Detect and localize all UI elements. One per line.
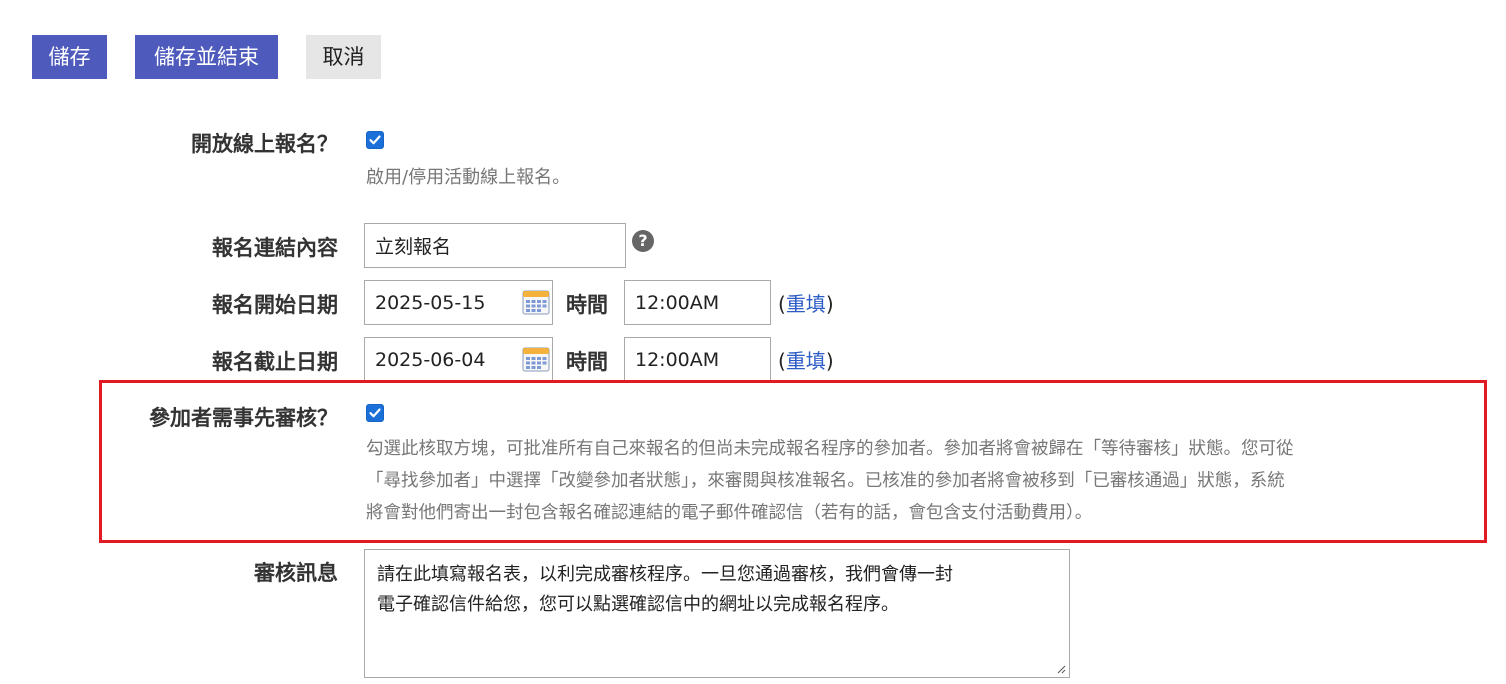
end-reset-close-paren: )	[825, 349, 834, 373]
resize-grip-icon[interactable]	[1056, 664, 1066, 674]
start-time-input[interactable]	[624, 280, 771, 325]
end-time-label: 時間	[566, 350, 608, 374]
end-time-input[interactable]	[624, 337, 771, 382]
end-reset: (重填)	[778, 345, 834, 374]
approval-label: 參加者需事先審核？	[149, 406, 338, 430]
calendar-icon[interactable]	[522, 346, 550, 372]
start-date-label: 報名開始日期	[212, 293, 338, 317]
online-registration-label: 開放線上報名？	[191, 132, 338, 156]
link-text-input[interactable]	[364, 223, 626, 268]
approval-help-line-2: 「尋找參加者」中選擇「改變參加者狀態」，來審閱與核准報名。已核准的參加者將會被移…	[366, 471, 1285, 491]
online-registration-checkbox[interactable]	[366, 131, 384, 149]
checkmark-icon	[369, 408, 381, 418]
start-reset: (重填)	[778, 288, 834, 317]
approval-help-line-1: 勾選此核取方塊，可批准所有自己來報名的但尚未完成報名程序的參加者。參加者將會被歸…	[366, 439, 1294, 459]
approval-message-textarea[interactable]: 請在此填寫報名表，以利完成審核程序。一旦您通過審核，我們會傳一封 電子確認信件給…	[364, 549, 1070, 678]
link-text-label: 報名連結內容	[212, 236, 338, 260]
end-reset-link[interactable]: 重填	[786, 349, 826, 373]
approval-help-line-3: 將會對他們寄出一封包含報名確認連結的電子郵件確認信（若有的話，會包含支付活動費用…	[366, 503, 1093, 523]
start-reset-link[interactable]: 重填	[786, 292, 826, 316]
start-time-label: 時間	[566, 293, 608, 317]
start-reset-close-paren: )	[825, 292, 834, 316]
calendar-icon[interactable]	[522, 289, 550, 315]
approval-message-label: 審核訊息	[254, 561, 338, 585]
online-registration-help: 啟用/停用活動線上報名。	[366, 167, 571, 188]
save-and-close-button[interactable]: 儲存並結束	[135, 35, 278, 79]
approval-checkbox[interactable]	[366, 404, 384, 422]
start-reset-open-paren: (	[778, 292, 786, 316]
checkmark-icon	[369, 135, 381, 145]
question-circle-icon[interactable]: ?	[632, 230, 654, 252]
cancel-button[interactable]: 取消	[306, 35, 381, 79]
save-button[interactable]: 儲存	[32, 35, 107, 79]
end-reset-open-paren: (	[778, 349, 786, 373]
end-date-label: 報名截止日期	[212, 350, 338, 374]
